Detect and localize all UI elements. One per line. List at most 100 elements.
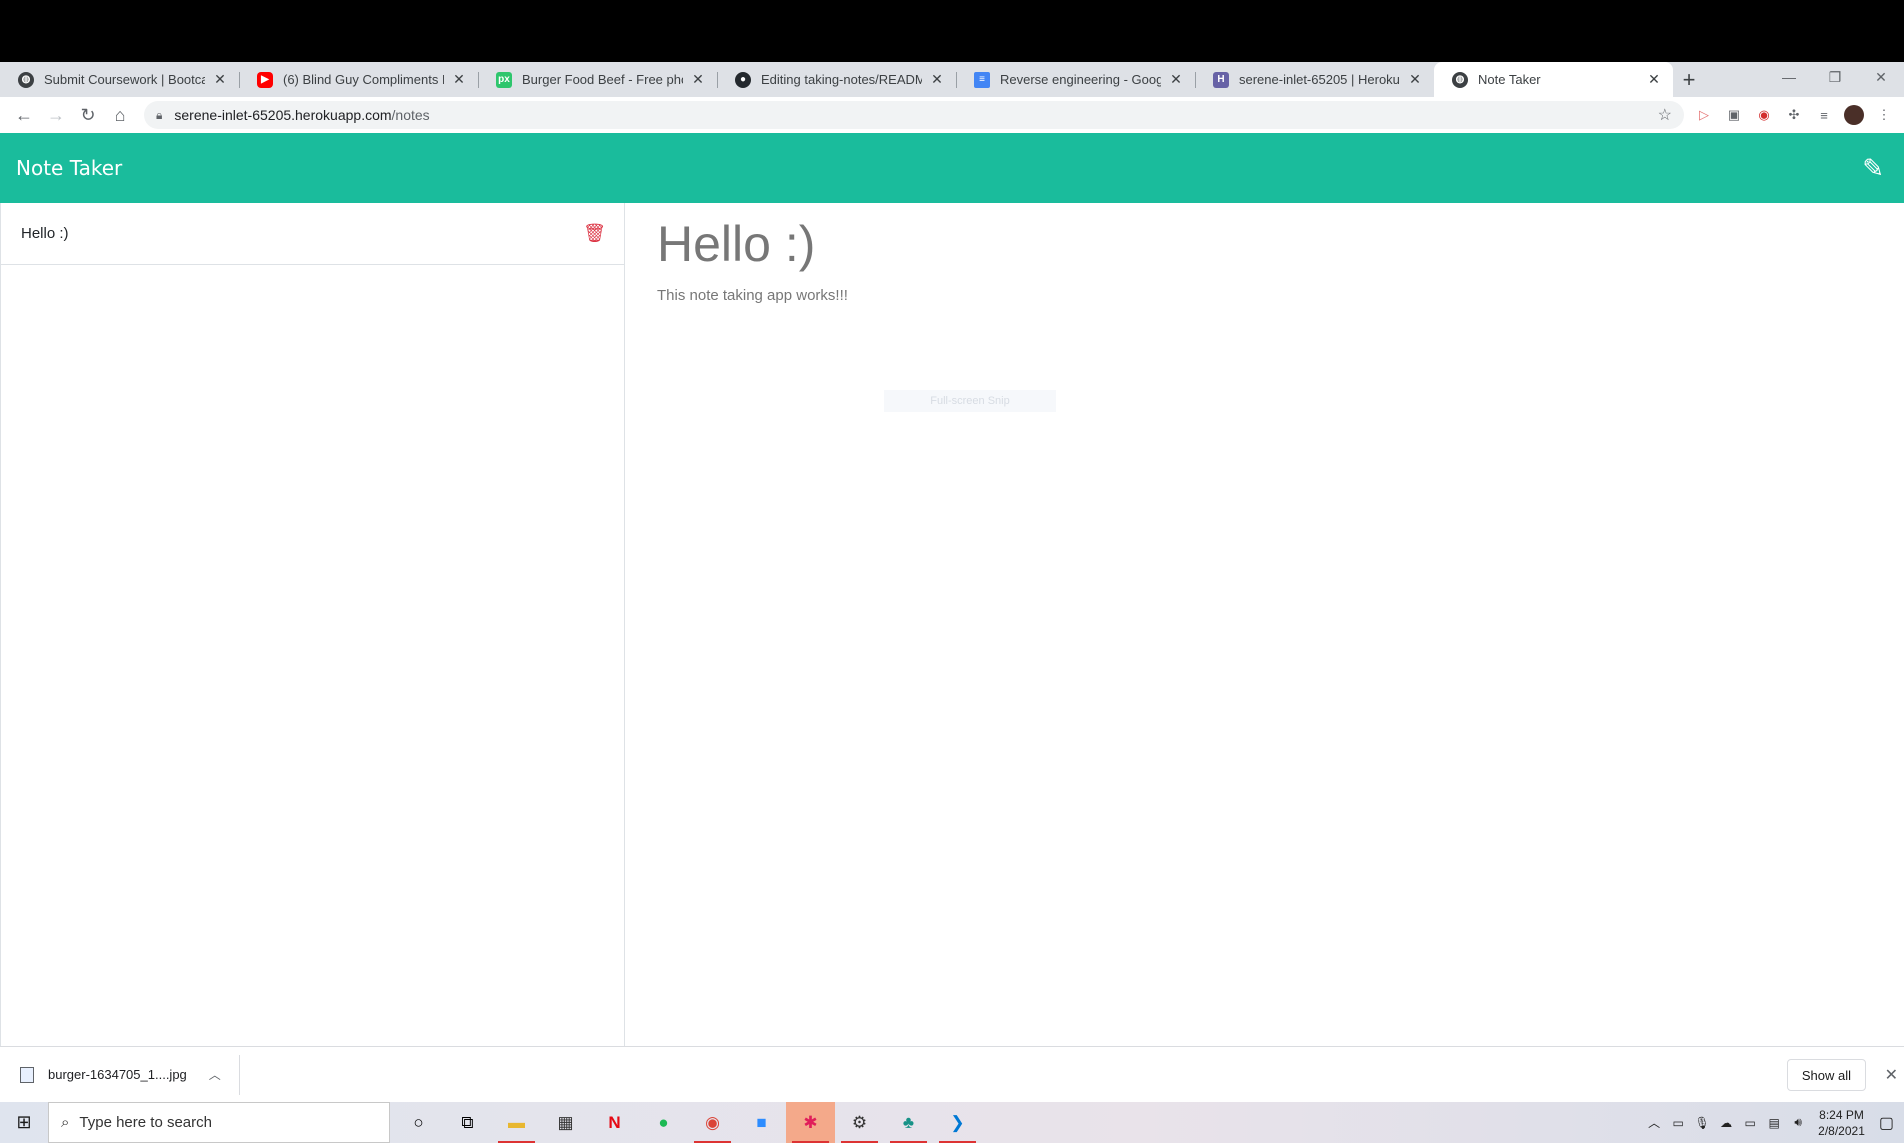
close-tab-icon[interactable]: ✕ bbox=[689, 71, 707, 88]
globe-icon: ◍ bbox=[18, 71, 34, 88]
minimize-icon[interactable]: — bbox=[1766, 62, 1812, 92]
tab-title: Note Taker bbox=[1478, 72, 1541, 87]
vscode-icon[interactable]: ❯ bbox=[933, 1102, 982, 1143]
youtube-icon: ▶ bbox=[257, 71, 273, 88]
profile-avatar[interactable] bbox=[1844, 105, 1864, 125]
snip-overlay-label: Full-screen Snip bbox=[884, 390, 1056, 412]
browser-tab[interactable]: ≡ Reverse engineering - Google Do ✕ bbox=[956, 62, 1195, 97]
url-path: /notes bbox=[391, 107, 430, 123]
browser-tab-strip: ◍ Submit Coursework | Bootcamp S ✕ ▶ (6)… bbox=[0, 62, 1904, 97]
github-icon: ● bbox=[735, 71, 751, 88]
clock-time: 8:24 PM bbox=[1819, 1107, 1864, 1122]
app-navbar: Note Taker ✎ bbox=[0, 133, 1904, 203]
close-download-bar-icon[interactable]: ✕ bbox=[1885, 1065, 1898, 1085]
tab-title: Reverse engineering - Google Do bbox=[1000, 72, 1161, 87]
meet-now-icon[interactable]: ▭ bbox=[1666, 1116, 1690, 1130]
tab-title: Burger Food Beef - Free photo o bbox=[522, 72, 683, 87]
browser-tab[interactable]: ▶ (6) Blind Guy Compliments Peopl ✕ bbox=[239, 62, 478, 97]
close-tab-icon[interactable]: ✕ bbox=[1645, 71, 1663, 88]
close-tab-icon[interactable]: ✕ bbox=[450, 71, 468, 88]
pixabay-icon: px bbox=[496, 71, 512, 88]
globe-icon: ◍ bbox=[1452, 71, 1468, 88]
extension-icon[interactable]: ▣ bbox=[1724, 105, 1744, 125]
notifications-icon[interactable]: ▢ bbox=[1879, 1113, 1894, 1133]
extension-icon[interactable]: ▷ bbox=[1694, 105, 1714, 125]
close-tab-icon[interactable]: ✕ bbox=[1406, 71, 1424, 88]
netflix-icon[interactable]: N bbox=[590, 1102, 639, 1143]
restore-icon[interactable]: ❐ bbox=[1812, 62, 1858, 92]
store-icon[interactable]: ▦ bbox=[541, 1102, 590, 1143]
note-taker-app: Note Taker ✎ Hello :) 🗑︎ Hello :) This n… bbox=[0, 133, 1904, 1046]
volume-icon[interactable]: 🔊︎ bbox=[1786, 1115, 1810, 1130]
taskbar-search-placeholder: Type here to search bbox=[79, 1114, 212, 1131]
note-title-field[interactable]: Hello :) bbox=[657, 215, 1872, 273]
extensions-area: ▷ ▣ ◉ ✣ ≡ ⋮ bbox=[1694, 105, 1894, 125]
browser-tab-active[interactable]: ◍ Note Taker ✕ bbox=[1434, 62, 1673, 97]
show-all-button[interactable]: Show all bbox=[1786, 1059, 1866, 1091]
settings-gear-icon[interactable]: ⚙ bbox=[835, 1102, 884, 1143]
bookmark-star-icon[interactable]: ☆ bbox=[1658, 105, 1672, 125]
close-tab-icon[interactable]: ✕ bbox=[1167, 71, 1185, 88]
puzzle-icon[interactable]: ✣ bbox=[1784, 105, 1804, 125]
close-tab-icon[interactable]: ✕ bbox=[211, 71, 229, 88]
extension-icon[interactable]: ◉ bbox=[1754, 105, 1774, 125]
note-list-item[interactable]: Hello :) 🗑︎ bbox=[1, 203, 624, 265]
home-icon[interactable]: ⌂ bbox=[104, 101, 136, 129]
download-item[interactable]: burger-1634705_1....jpg ︿ bbox=[20, 1054, 240, 1095]
delete-note-trash-icon[interactable]: 🗑︎ bbox=[583, 223, 606, 244]
zoom-icon[interactable]: ■ bbox=[737, 1102, 786, 1143]
slack-icon[interactable]: ✱ bbox=[786, 1102, 835, 1143]
download-bar: burger-1634705_1....jpg ︿ Show all ✕ bbox=[0, 1046, 1904, 1102]
google-docs-icon: ≡ bbox=[974, 71, 990, 88]
back-icon[interactable]: ← bbox=[8, 101, 40, 129]
network-icon[interactable]: ▤ bbox=[1762, 1116, 1786, 1130]
notes-list: Hello :) 🗑︎ bbox=[0, 203, 625, 1046]
file-explorer-icon[interactable]: ▬ bbox=[492, 1102, 541, 1143]
new-note-pencil-icon[interactable]: ✎ bbox=[1862, 153, 1884, 184]
browser-tab[interactable]: ◍ Submit Coursework | Bootcamp S ✕ bbox=[0, 62, 239, 97]
onedrive-icon[interactable]: ☁ bbox=[1714, 1116, 1738, 1130]
reading-list-icon[interactable]: ≡ bbox=[1814, 105, 1834, 125]
tab-title: (6) Blind Guy Compliments Peopl bbox=[283, 72, 444, 87]
windows-taskbar: ⊞ ⌕ Type here to search ○ ⧉ ▬ ▦ N ● ◉ ■ … bbox=[0, 1102, 1904, 1143]
chevron-up-icon[interactable]: ︿ bbox=[1642, 1114, 1666, 1131]
note-text-field[interactable]: This note taking app works!!! bbox=[657, 287, 1872, 304]
new-tab-icon[interactable]: + bbox=[1673, 62, 1705, 97]
download-file-name: burger-1634705_1....jpg bbox=[48, 1067, 187, 1082]
battery-icon[interactable]: ▭ bbox=[1738, 1116, 1762, 1130]
chrome-icon[interactable]: ◉ bbox=[688, 1102, 737, 1143]
window-controls: — ❐ ✕ bbox=[1766, 62, 1904, 92]
close-tab-icon[interactable]: ✕ bbox=[928, 71, 946, 88]
taskbar-clock[interactable]: 8:24 PM 2/8/2021 bbox=[1818, 1107, 1865, 1139]
screen-top-border bbox=[0, 0, 1904, 62]
url-text: serene-inlet-65205.herokuapp.com/notes bbox=[174, 107, 1657, 123]
windows-start-icon[interactable]: ⊞ bbox=[0, 1102, 48, 1143]
task-view-icon[interactable]: ⧉ bbox=[443, 1102, 492, 1143]
chevron-up-icon[interactable]: ︿ bbox=[209, 1066, 221, 1083]
tab-title: serene-inlet-65205 | Heroku bbox=[1239, 72, 1400, 87]
lock-icon[interactable]: 🔒︎ bbox=[156, 108, 162, 123]
forward-icon[interactable]: → bbox=[40, 101, 72, 129]
note-editor: Hello :) This note taking app works!!! bbox=[625, 203, 1904, 1046]
menu-kebab-icon[interactable]: ⋮ bbox=[1874, 105, 1894, 125]
browser-tab[interactable]: H serene-inlet-65205 | Heroku ✕ bbox=[1195, 62, 1434, 97]
close-window-icon[interactable]: ✕ bbox=[1858, 62, 1904, 92]
taskbar-search-box[interactable]: ⌕ Type here to search bbox=[48, 1102, 390, 1143]
system-tray: ︿ ▭ 🎙︎ ☁ ▭ ▤ 🔊︎ 8:24 PM 2/8/2021 ▢ bbox=[1642, 1102, 1904, 1143]
microphone-icon[interactable]: 🎙︎ bbox=[1690, 1116, 1714, 1130]
cortana-icon[interactable]: ○ bbox=[394, 1102, 443, 1143]
reload-icon[interactable]: ↻ bbox=[72, 101, 104, 129]
spotify-icon[interactable]: ● bbox=[639, 1102, 688, 1143]
app-brand[interactable]: Note Taker bbox=[16, 156, 122, 180]
image-file-icon bbox=[20, 1066, 34, 1083]
url-host: serene-inlet-65205.herokuapp.com bbox=[174, 107, 392, 123]
browser-tab[interactable]: px Burger Food Beef - Free photo o ✕ bbox=[478, 62, 717, 97]
taskbar-apps: ○ ⧉ ▬ ▦ N ● ◉ ■ ✱ ⚙ ♣ ❯ bbox=[394, 1102, 982, 1143]
clock-date: 2/8/2021 bbox=[1818, 1123, 1865, 1138]
gitkraken-icon[interactable]: ♣ bbox=[884, 1102, 933, 1143]
app-content: Hello :) 🗑︎ Hello :) This note taking ap… bbox=[0, 203, 1904, 1046]
address-bar[interactable]: 🔒︎ serene-inlet-65205.herokuapp.com/note… bbox=[144, 101, 1684, 129]
browser-tab[interactable]: ● Editing taking-notes/README.m ✕ bbox=[717, 62, 956, 97]
tab-title: Submit Coursework | Bootcamp S bbox=[44, 72, 205, 87]
tab-title: Editing taking-notes/README.m bbox=[761, 72, 922, 87]
